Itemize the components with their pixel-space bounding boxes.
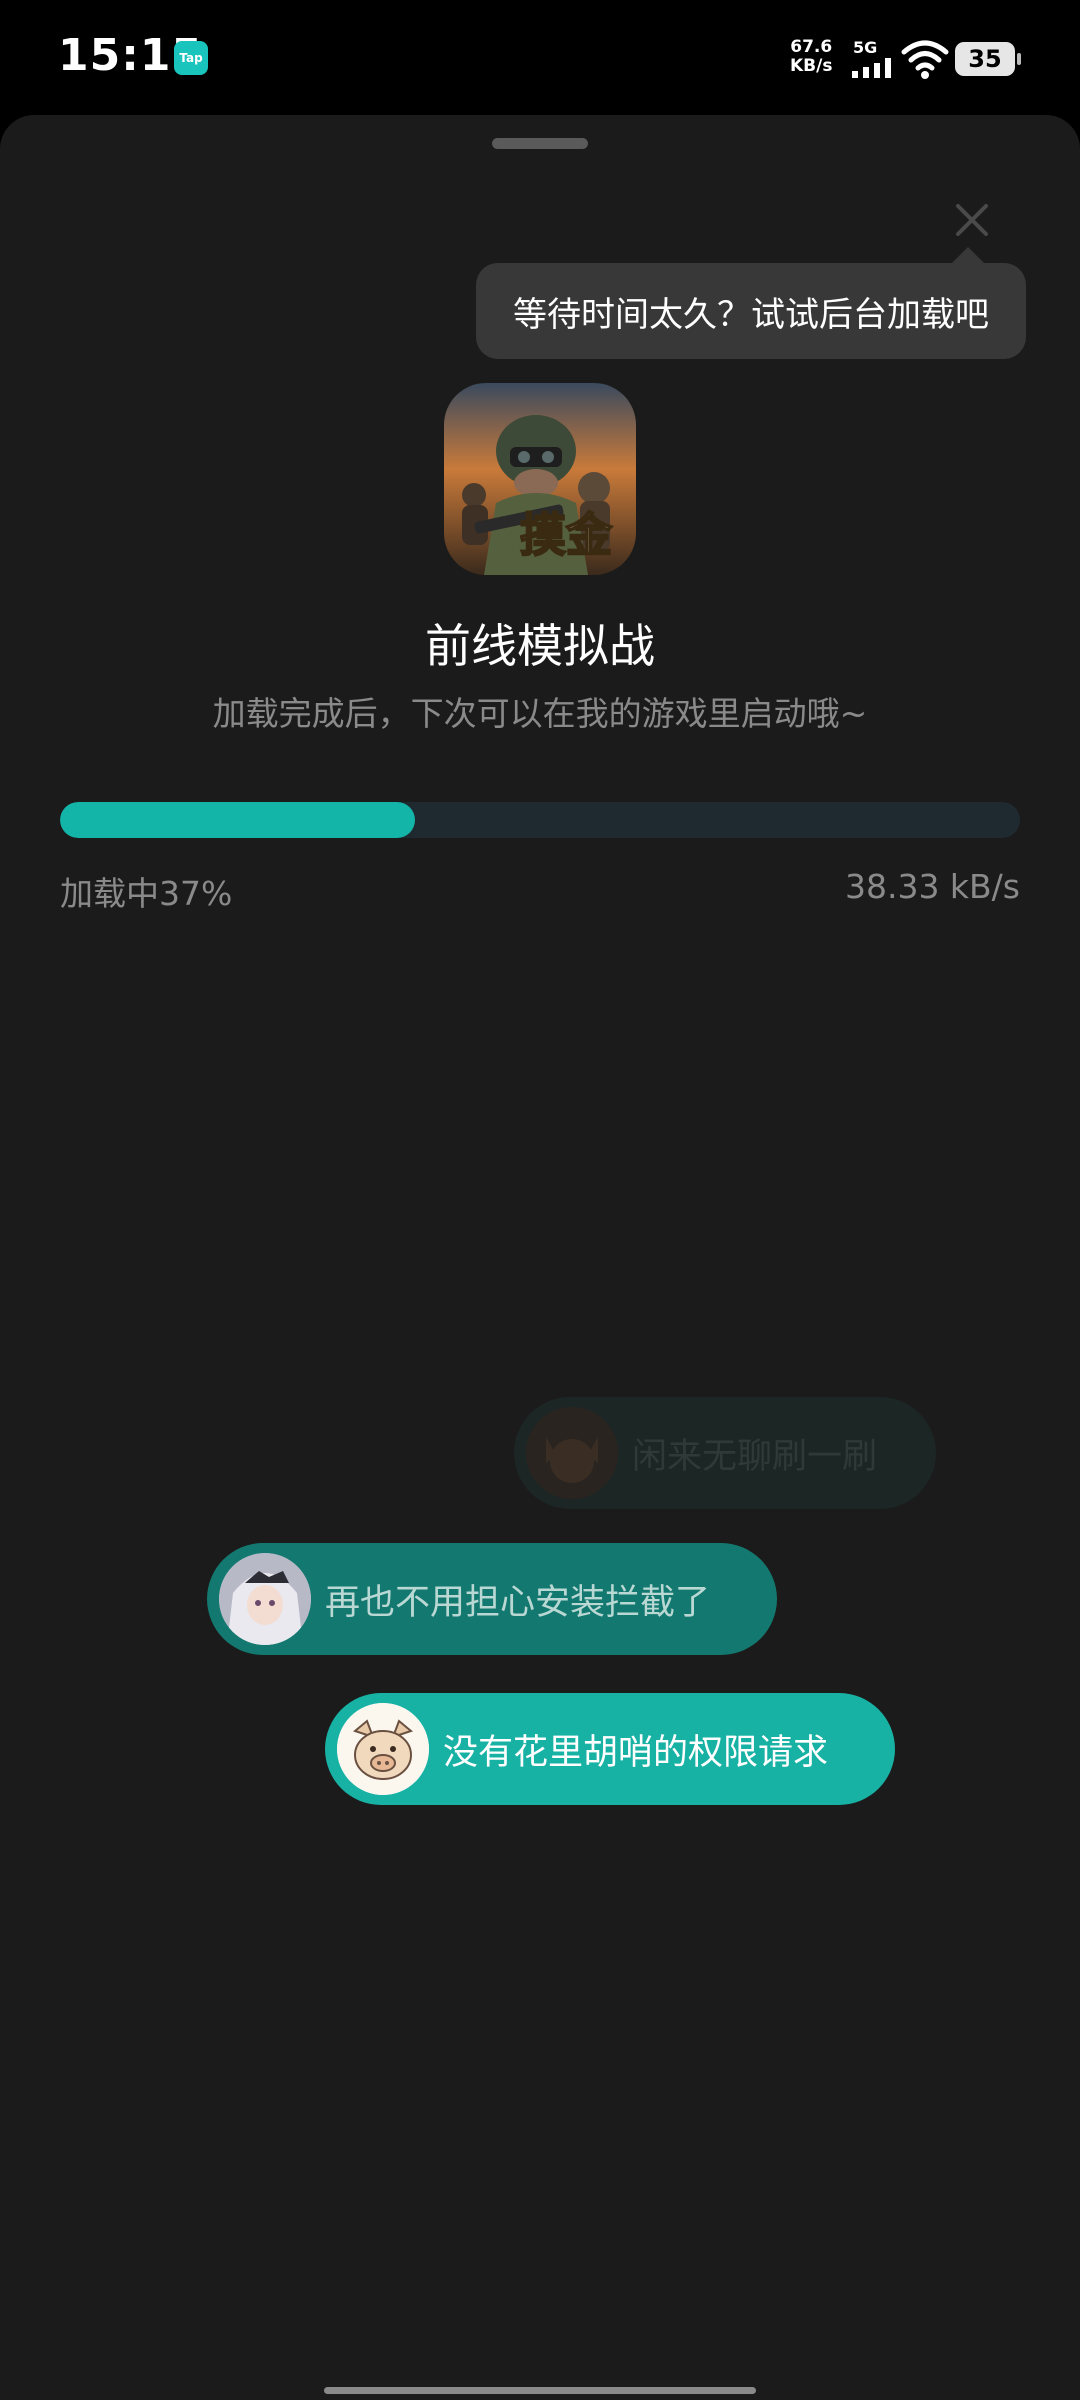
game-icon: 摸金 [444,383,636,575]
loading-status: 加载中37% [60,874,233,913]
cat-avatar-icon [526,1407,618,1499]
game-icon-text: 摸金 [520,508,613,562]
game-title: 前线模拟战 [425,619,655,673]
home-indicator[interactable] [324,2387,756,2394]
feature-bubble: 再也不用担心安装拦截了 [207,1543,777,1655]
feature-bubble: 没有花里胡哨的权限请求 [325,1693,895,1805]
feature-bubble-text: 再也不用担心安装拦截了 [325,1582,711,1623]
background-load-tooltip[interactable]: 等待时间太久？试试后台加载吧 [476,247,1026,359]
loading-progress-bar [60,802,1020,838]
signal-icon [852,58,891,78]
taptap-notification-icon: Tap [174,41,208,75]
anime-girl-avatar-icon [219,1553,311,1645]
feature-bubble: 闲来无聊刷一刷 [514,1397,936,1509]
loading-sheet: 等待时间太久？试试后台加载吧 摸金 前线模拟战 加载完成后，下次可以在我的游戏里… [0,115,1080,2400]
feature-bubble-text: 没有花里胡哨的权限请求 [443,1732,829,1773]
battery-icon: 35 [955,42,1021,76]
status-bar: 15:15 Tap 67.6 KB/s 5G 35 [0,0,1080,115]
feature-bubble-text: 闲来无聊刷一刷 [632,1436,878,1477]
close-icon[interactable] [942,190,1002,250]
download-speed: 38.33 kB/s [844,867,1020,906]
game-subtitle: 加载完成后，下次可以在我的游戏里启动哦~ [212,694,868,733]
pig-avatar-icon [337,1703,429,1795]
wifi-icon [901,40,949,79]
network-speed: 67.6 KB/s [790,37,833,76]
drag-handle[interactable] [492,138,588,149]
loading-progress-fill [60,802,416,838]
network-type: 5G [853,38,878,57]
